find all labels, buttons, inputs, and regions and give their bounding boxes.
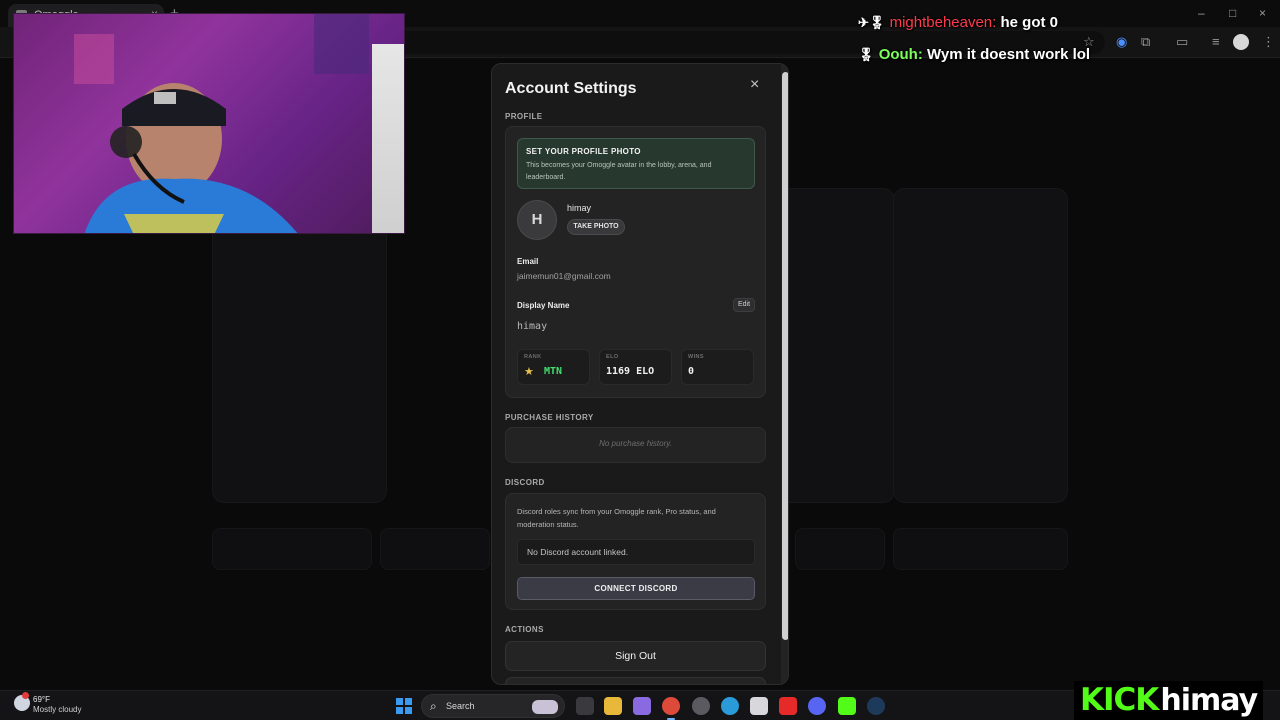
wins-stat: WINS 0 (681, 349, 754, 385)
close-window-button[interactable]: × (1259, 6, 1266, 20)
split-view-icon[interactable]: ▭ (1176, 34, 1188, 50)
purchase-history-panel: No purchase history. (505, 427, 766, 463)
elo-value: 1169 ELO (606, 366, 655, 377)
search-label: Search (446, 701, 475, 711)
discord-section-label: DISCORD (505, 478, 545, 487)
screen: Omoggle × + – □ × ☆ ◉ ⧉ ▭ ≡ ⋮ Account Se… (0, 0, 1280, 720)
rank-value: MTN (544, 366, 563, 377)
discord-icon[interactable] (808, 697, 826, 715)
kick-logo: KICKhimay (1074, 681, 1264, 720)
kick-wordmark: KICK (1080, 682, 1159, 718)
sign-out-button[interactable]: Sign Out (505, 641, 766, 671)
steam-icon[interactable] (867, 697, 885, 715)
chat-badge-icon: 🎖 (858, 47, 875, 62)
purchase-history-empty: No purchase history. (599, 439, 672, 448)
chrome-icon[interactable] (662, 697, 680, 720)
star-icon: ★ (524, 366, 534, 378)
background-window (372, 44, 404, 233)
purchase-history-section-label: PURCHASE HISTORY (505, 413, 594, 422)
search-icon: ⌕ (430, 699, 437, 713)
kick-icon[interactable] (838, 697, 856, 715)
search-highlight-icon (532, 700, 558, 714)
avatar: H (517, 200, 557, 240)
discord-status: No Discord account linked. (517, 539, 755, 565)
rank-label: RANK (524, 354, 542, 360)
profile-icon[interactable] (1233, 34, 1249, 50)
menu-icon[interactable]: ⋮ (1262, 34, 1275, 50)
rank-stat: RANK ★ MTN (517, 349, 590, 385)
chat-username: mightbeheaven: (889, 14, 997, 31)
background-strip (380, 528, 490, 570)
windows-start-icon[interactable] (396, 698, 412, 714)
connect-discord-button[interactable]: CONNECT DISCORD (517, 577, 755, 600)
discord-panel: Discord roles sync from your Omoggle ran… (505, 493, 766, 610)
task-view-icon[interactable] (576, 697, 594, 715)
discord-description: Discord roles sync from your Omoggle ran… (517, 507, 716, 529)
account-settings-modal: Account Settings × PROFILE SET YOUR PROF… (491, 63, 789, 685)
action-button[interactable] (505, 677, 766, 684)
display-name-label: Display Name (517, 301, 570, 310)
edit-display-name-button[interactable]: Edit (733, 298, 755, 312)
profile-panel: SET YOUR PROFILE PHOTO This becomes your… (505, 126, 766, 398)
profile-photo-banner: SET YOUR PROFILE PHOTO This becomes your… (517, 138, 755, 189)
extensions-icon[interactable]: ⧉ (1141, 34, 1150, 50)
chat-message: ✈🎖 mightbeheaven: he got 0 (858, 14, 1058, 31)
background-strip (212, 528, 372, 570)
banner-title: SET YOUR PROFILE PHOTO (526, 147, 641, 156)
background-strip (893, 528, 1068, 570)
weather-temperature[interactable]: 69°F (33, 695, 50, 704)
copilot-icon[interactable] (633, 697, 651, 715)
banner-text: This becomes your Omoggle avatar in the … (526, 162, 712, 181)
background-strip (795, 528, 885, 570)
close-icon[interactable]: × (750, 76, 759, 94)
chat-text: Wym it doesnt work lol (927, 46, 1091, 63)
scrollbar-thumb[interactable] (782, 72, 788, 640)
youtube-icon[interactable] (779, 697, 797, 715)
notification-badge-icon (22, 692, 29, 699)
username: himay (567, 203, 592, 213)
media-icon[interactable]: ≡ (1212, 34, 1220, 49)
minimize-button[interactable]: – (1198, 6, 1205, 20)
webcam-overlay (13, 13, 405, 234)
chat-text: he got 0 (1000, 14, 1059, 31)
file-explorer-icon[interactable] (604, 697, 622, 715)
email-label: Email (517, 257, 539, 266)
email-value: jaimemun01@gmail.com (517, 271, 611, 281)
take-photo-button[interactable]: TAKE PHOTO (567, 219, 625, 235)
streamer-camera-image (14, 14, 404, 233)
wins-value: 0 (688, 366, 695, 377)
channel-name: himay (1160, 683, 1258, 718)
taskbar-search[interactable]: ⌕ Search (421, 694, 565, 718)
background-card (212, 188, 387, 503)
weather-condition[interactable]: Mostly cloudy (33, 705, 81, 714)
edge-icon[interactable] (721, 697, 739, 715)
chat-username: Oouh: (878, 46, 923, 63)
elo-stat: ELO 1169 ELO (599, 349, 672, 385)
display-name-value: himay (517, 321, 548, 332)
background-card (893, 188, 1068, 503)
chat-badge-icon: ✈🎖 (858, 15, 886, 30)
wins-label: WINS (688, 354, 704, 360)
store-icon[interactable] (750, 697, 768, 715)
chat-message: 🎖 Oouh: Wym it doesnt work lol (858, 46, 1090, 63)
modal-title: Account Settings (505, 80, 637, 97)
maximize-button[interactable]: □ (1229, 6, 1236, 20)
profile-section-label: PROFILE (505, 112, 543, 121)
settings-icon[interactable] (692, 697, 710, 715)
elo-label: ELO (606, 354, 619, 360)
speaker-icon[interactable]: ◉ (1116, 34, 1127, 50)
actions-section-label: ACTIONS (505, 625, 544, 634)
